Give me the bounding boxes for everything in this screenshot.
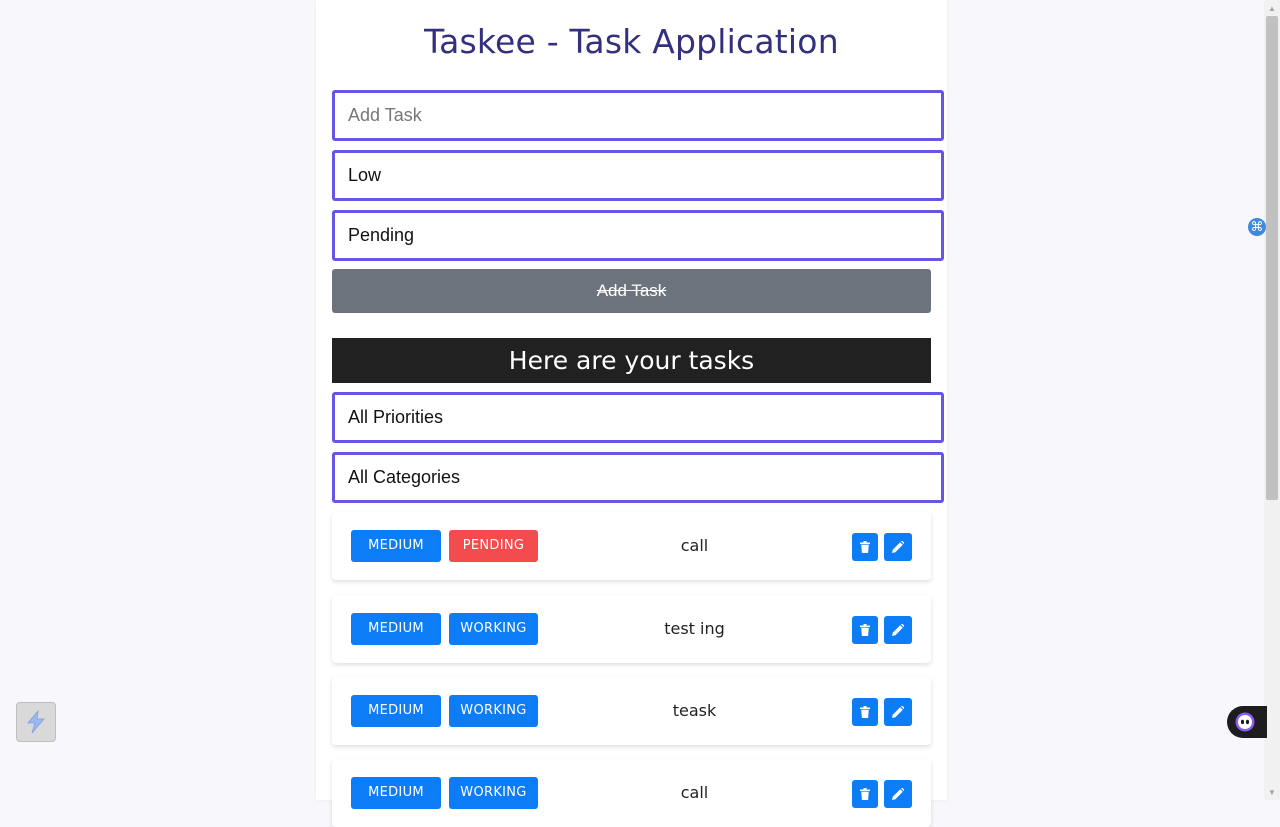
task-item: MEDIUM WORKING teask xyxy=(332,677,931,745)
category-filter-select[interactable]: All Categories xyxy=(332,452,944,503)
add-task-placeholder: Add Task xyxy=(348,105,422,125)
edit-task-button[interactable] xyxy=(884,616,912,644)
pencil-icon xyxy=(892,706,904,718)
delete-task-button[interactable] xyxy=(852,533,878,561)
priority-badge: MEDIUM xyxy=(351,530,441,562)
status-badge: WORKING xyxy=(449,695,538,727)
extension-launcher-button[interactable] xyxy=(16,702,56,742)
priority-badge: MEDIUM xyxy=(351,613,441,645)
add-task-input[interactable]: Add Task xyxy=(332,90,944,141)
trash-icon xyxy=(860,788,870,800)
priority-filter-value: All Priorities xyxy=(348,407,444,427)
status-select[interactable]: Pending xyxy=(332,210,944,261)
trash-icon xyxy=(860,624,870,636)
task-item: MEDIUM WORKING test ing xyxy=(332,595,931,663)
command-icon[interactable]: ⌘ xyxy=(1248,218,1266,236)
status-badge: PENDING xyxy=(449,530,538,562)
priority-filter-select[interactable]: All Priorities xyxy=(332,392,944,443)
trash-icon xyxy=(860,706,870,718)
assistant-widget-button[interactable] xyxy=(1227,706,1267,738)
task-name: call xyxy=(680,783,709,802)
status-badge: WORKING xyxy=(449,613,538,645)
scroll-down-arrow-icon[interactable]: ▼ xyxy=(1264,784,1280,800)
priority-select-value: Low xyxy=(348,165,382,185)
task-list-heading: Here are your tasks xyxy=(332,338,931,383)
status-select-value: Pending xyxy=(348,225,415,245)
app-card: Taskee - Task Application Add Task Low P… xyxy=(316,0,947,827)
trash-icon xyxy=(860,541,870,553)
task-name: test ing xyxy=(664,619,725,638)
delete-task-button[interactable] xyxy=(852,698,878,726)
page-title: Taskee - Task Application xyxy=(424,22,839,61)
priority-select[interactable]: Low xyxy=(332,150,944,201)
task-item: MEDIUM PENDING call xyxy=(332,512,931,580)
task-name: teask xyxy=(672,701,717,720)
edit-task-button[interactable] xyxy=(884,533,912,561)
scrollbar-thumb[interactable] xyxy=(1266,16,1278,500)
edit-task-button[interactable] xyxy=(884,780,912,808)
status-badge: WORKING xyxy=(449,777,538,809)
add-task-button[interactable]: Add Task xyxy=(332,269,931,313)
pencil-icon xyxy=(892,624,904,636)
delete-task-button[interactable] xyxy=(852,616,878,644)
edit-task-button[interactable] xyxy=(884,698,912,726)
robot-face-icon xyxy=(1235,712,1255,732)
scroll-up-arrow-icon[interactable]: ▲ xyxy=(1264,0,1280,16)
category-filter-value: All Categories xyxy=(348,467,461,487)
pencil-icon xyxy=(892,541,904,553)
delete-task-button[interactable] xyxy=(852,780,878,808)
lightning-logo-icon xyxy=(27,710,45,734)
priority-badge: MEDIUM xyxy=(351,777,441,809)
task-item: MEDIUM WORKING call xyxy=(332,759,931,827)
pencil-icon xyxy=(892,788,904,800)
priority-badge: MEDIUM xyxy=(351,695,441,727)
task-name: call xyxy=(680,536,709,555)
